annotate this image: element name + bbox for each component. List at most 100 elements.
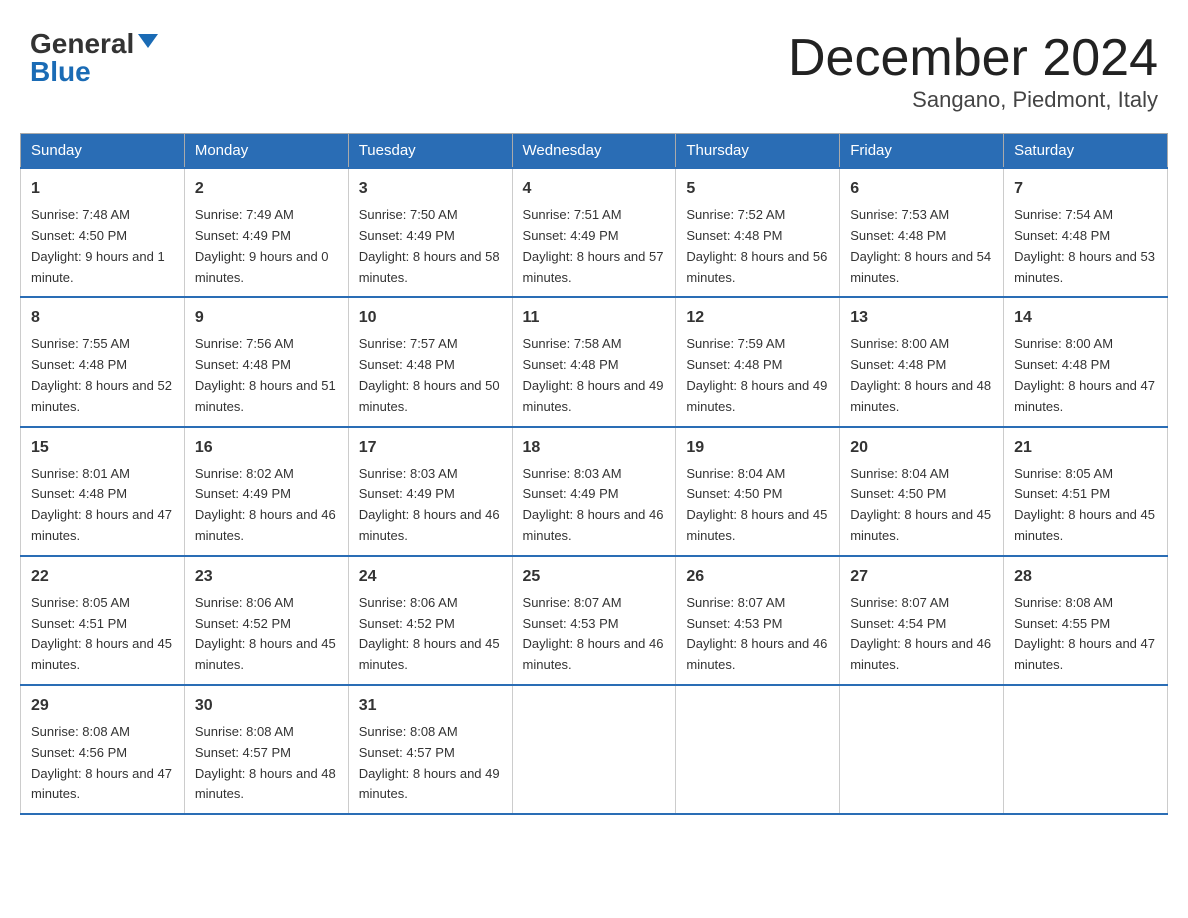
day-number: 22	[31, 565, 174, 589]
day-number: 29	[31, 694, 174, 718]
calendar-cell	[512, 685, 676, 814]
cell-content: Sunrise: 8:04 AM Sunset: 4:50 PM Dayligh…	[686, 464, 829, 547]
calendar-cell: 8 Sunrise: 7:55 AM Sunset: 4:48 PM Dayli…	[21, 297, 185, 426]
week-row-5: 29 Sunrise: 8:08 AM Sunset: 4:56 PM Dayl…	[21, 685, 1168, 814]
cell-content: Sunrise: 7:55 AM Sunset: 4:48 PM Dayligh…	[31, 334, 174, 417]
calendar-cell	[676, 685, 840, 814]
cell-content: Sunrise: 8:04 AM Sunset: 4:50 PM Dayligh…	[850, 464, 993, 547]
calendar-cell: 3 Sunrise: 7:50 AM Sunset: 4:49 PM Dayli…	[348, 168, 512, 297]
calendar-cell: 30 Sunrise: 8:08 AM Sunset: 4:57 PM Dayl…	[184, 685, 348, 814]
weekday-header-friday: Friday	[840, 134, 1004, 169]
calendar-cell: 13 Sunrise: 8:00 AM Sunset: 4:48 PM Dayl…	[840, 297, 1004, 426]
day-number: 26	[686, 565, 829, 589]
weekday-header-saturday: Saturday	[1004, 134, 1168, 169]
week-row-1: 1 Sunrise: 7:48 AM Sunset: 4:50 PM Dayli…	[21, 168, 1168, 297]
calendar-cell	[840, 685, 1004, 814]
day-number: 12	[686, 306, 829, 330]
cell-content: Sunrise: 7:54 AM Sunset: 4:48 PM Dayligh…	[1014, 205, 1157, 288]
location-text: Sangano, Piedmont, Italy	[788, 87, 1158, 113]
weekday-header-thursday: Thursday	[676, 134, 840, 169]
calendar-table: SundayMondayTuesdayWednesdayThursdayFrid…	[20, 133, 1168, 815]
day-number: 2	[195, 177, 338, 201]
weekday-header-monday: Monday	[184, 134, 348, 169]
day-number: 8	[31, 306, 174, 330]
day-number: 11	[523, 306, 666, 330]
day-number: 13	[850, 306, 993, 330]
calendar-cell: 28 Sunrise: 8:08 AM Sunset: 4:55 PM Dayl…	[1004, 556, 1168, 685]
calendar-cell: 2 Sunrise: 7:49 AM Sunset: 4:49 PM Dayli…	[184, 168, 348, 297]
calendar-cell: 27 Sunrise: 8:07 AM Sunset: 4:54 PM Dayl…	[840, 556, 1004, 685]
cell-content: Sunrise: 7:57 AM Sunset: 4:48 PM Dayligh…	[359, 334, 502, 417]
logo-general-text: General	[30, 30, 134, 58]
day-number: 24	[359, 565, 502, 589]
calendar-cell: 20 Sunrise: 8:04 AM Sunset: 4:50 PM Dayl…	[840, 427, 1004, 556]
day-number: 23	[195, 565, 338, 589]
weekday-header-sunday: Sunday	[21, 134, 185, 169]
day-number: 3	[359, 177, 502, 201]
cell-content: Sunrise: 8:01 AM Sunset: 4:48 PM Dayligh…	[31, 464, 174, 547]
calendar-cell: 31 Sunrise: 8:08 AM Sunset: 4:57 PM Dayl…	[348, 685, 512, 814]
cell-content: Sunrise: 7:51 AM Sunset: 4:49 PM Dayligh…	[523, 205, 666, 288]
title-block: December 2024 Sangano, Piedmont, Italy	[788, 30, 1158, 113]
day-number: 25	[523, 565, 666, 589]
day-number: 28	[1014, 565, 1157, 589]
calendar-cell: 17 Sunrise: 8:03 AM Sunset: 4:49 PM Dayl…	[348, 427, 512, 556]
cell-content: Sunrise: 8:05 AM Sunset: 4:51 PM Dayligh…	[1014, 464, 1157, 547]
calendar-cell: 25 Sunrise: 8:07 AM Sunset: 4:53 PM Dayl…	[512, 556, 676, 685]
calendar-cell: 15 Sunrise: 8:01 AM Sunset: 4:48 PM Dayl…	[21, 427, 185, 556]
cell-content: Sunrise: 8:07 AM Sunset: 4:53 PM Dayligh…	[523, 593, 666, 676]
day-number: 31	[359, 694, 502, 718]
day-number: 6	[850, 177, 993, 201]
day-number: 18	[523, 436, 666, 460]
page-header: General Blue December 2024 Sangano, Pied…	[20, 20, 1168, 113]
calendar-cell: 7 Sunrise: 7:54 AM Sunset: 4:48 PM Dayli…	[1004, 168, 1168, 297]
week-row-3: 15 Sunrise: 8:01 AM Sunset: 4:48 PM Dayl…	[21, 427, 1168, 556]
day-number: 15	[31, 436, 174, 460]
day-number: 17	[359, 436, 502, 460]
calendar-cell: 11 Sunrise: 7:58 AM Sunset: 4:48 PM Dayl…	[512, 297, 676, 426]
day-number: 16	[195, 436, 338, 460]
cell-content: Sunrise: 8:06 AM Sunset: 4:52 PM Dayligh…	[195, 593, 338, 676]
calendar-cell: 6 Sunrise: 7:53 AM Sunset: 4:48 PM Dayli…	[840, 168, 1004, 297]
calendar-cell: 23 Sunrise: 8:06 AM Sunset: 4:52 PM Dayl…	[184, 556, 348, 685]
weekday-header-tuesday: Tuesday	[348, 134, 512, 169]
calendar-cell: 19 Sunrise: 8:04 AM Sunset: 4:50 PM Dayl…	[676, 427, 840, 556]
calendar-cell: 1 Sunrise: 7:48 AM Sunset: 4:50 PM Dayli…	[21, 168, 185, 297]
cell-content: Sunrise: 7:52 AM Sunset: 4:48 PM Dayligh…	[686, 205, 829, 288]
day-number: 9	[195, 306, 338, 330]
day-number: 30	[195, 694, 338, 718]
day-number: 19	[686, 436, 829, 460]
calendar-cell: 12 Sunrise: 7:59 AM Sunset: 4:48 PM Dayl…	[676, 297, 840, 426]
calendar-cell: 4 Sunrise: 7:51 AM Sunset: 4:49 PM Dayli…	[512, 168, 676, 297]
week-row-2: 8 Sunrise: 7:55 AM Sunset: 4:48 PM Dayli…	[21, 297, 1168, 426]
calendar-cell	[1004, 685, 1168, 814]
weekday-header-wednesday: Wednesday	[512, 134, 676, 169]
cell-content: Sunrise: 7:58 AM Sunset: 4:48 PM Dayligh…	[523, 334, 666, 417]
calendar-cell: 18 Sunrise: 8:03 AM Sunset: 4:49 PM Dayl…	[512, 427, 676, 556]
cell-content: Sunrise: 8:06 AM Sunset: 4:52 PM Dayligh…	[359, 593, 502, 676]
calendar-cell: 5 Sunrise: 7:52 AM Sunset: 4:48 PM Dayli…	[676, 168, 840, 297]
cell-content: Sunrise: 8:08 AM Sunset: 4:56 PM Dayligh…	[31, 722, 174, 805]
cell-content: Sunrise: 8:03 AM Sunset: 4:49 PM Dayligh…	[523, 464, 666, 547]
month-title: December 2024	[788, 30, 1158, 87]
logo-blue-text: Blue	[30, 58, 91, 86]
calendar-cell: 21 Sunrise: 8:05 AM Sunset: 4:51 PM Dayl…	[1004, 427, 1168, 556]
calendar-cell: 24 Sunrise: 8:06 AM Sunset: 4:52 PM Dayl…	[348, 556, 512, 685]
logo: General Blue	[30, 30, 158, 86]
cell-content: Sunrise: 8:00 AM Sunset: 4:48 PM Dayligh…	[850, 334, 993, 417]
calendar-cell: 9 Sunrise: 7:56 AM Sunset: 4:48 PM Dayli…	[184, 297, 348, 426]
cell-content: Sunrise: 7:50 AM Sunset: 4:49 PM Dayligh…	[359, 205, 502, 288]
weekday-header-row: SundayMondayTuesdayWednesdayThursdayFrid…	[21, 134, 1168, 169]
cell-content: Sunrise: 7:59 AM Sunset: 4:48 PM Dayligh…	[686, 334, 829, 417]
cell-content: Sunrise: 8:08 AM Sunset: 4:57 PM Dayligh…	[195, 722, 338, 805]
day-number: 7	[1014, 177, 1157, 201]
cell-content: Sunrise: 8:00 AM Sunset: 4:48 PM Dayligh…	[1014, 334, 1157, 417]
day-number: 4	[523, 177, 666, 201]
cell-content: Sunrise: 8:08 AM Sunset: 4:55 PM Dayligh…	[1014, 593, 1157, 676]
week-row-4: 22 Sunrise: 8:05 AM Sunset: 4:51 PM Dayl…	[21, 556, 1168, 685]
day-number: 10	[359, 306, 502, 330]
cell-content: Sunrise: 8:07 AM Sunset: 4:53 PM Dayligh…	[686, 593, 829, 676]
calendar-cell: 26 Sunrise: 8:07 AM Sunset: 4:53 PM Dayl…	[676, 556, 840, 685]
cell-content: Sunrise: 7:49 AM Sunset: 4:49 PM Dayligh…	[195, 205, 338, 288]
cell-content: Sunrise: 8:02 AM Sunset: 4:49 PM Dayligh…	[195, 464, 338, 547]
